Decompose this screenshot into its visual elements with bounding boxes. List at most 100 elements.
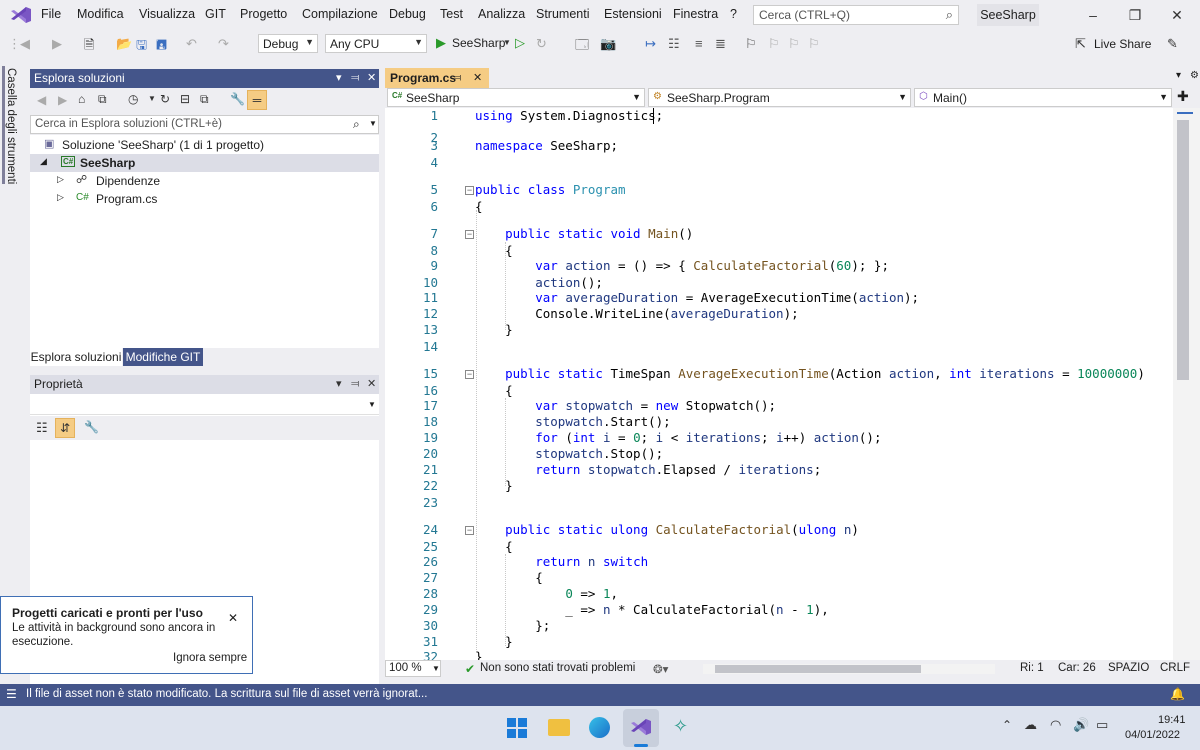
back-icon[interactable]: ◀ [37, 93, 46, 107]
tree-item-dependencies[interactable]: ▷ ☍ Dipendenze [30, 172, 379, 190]
output-icon[interactable]: ☰ [6, 687, 17, 701]
expanded-arrow-icon[interactable]: ◢ [40, 156, 47, 167]
menu-git[interactable]: GIT [205, 7, 226, 21]
horizontal-scrollbar-thumb[interactable] [715, 665, 921, 673]
class-dropdown[interactable]: ⚙ SeeSharp.Program ▼ [648, 88, 911, 107]
code-line[interactable]: action(); [475, 275, 603, 291]
close-tab-icon[interactable]: ✕ [473, 68, 482, 88]
menu-file[interactable]: File [41, 7, 61, 21]
code-line[interactable]: { [475, 539, 513, 555]
pending-changes-icon[interactable]: ◷ [128, 92, 138, 106]
chevron-down-icon[interactable]: ▼ [148, 94, 156, 103]
menu-help[interactable]: ? [730, 7, 737, 21]
file-explorer-icon[interactable] [548, 719, 570, 736]
code-line[interactable]: { [475, 383, 513, 399]
bookmark-clear-icon[interactable]: ⚐ [808, 36, 820, 52]
bookmark-prev-icon[interactable]: ⚐ [768, 36, 780, 52]
toast-close-icon[interactable]: ✕ [228, 611, 238, 625]
code-line[interactable]: } [475, 322, 513, 338]
code-line[interactable]: } [475, 478, 513, 494]
redo-icon[interactable]: ↷ [218, 36, 229, 52]
menu-modifica[interactable]: Modifica [77, 7, 124, 21]
back-icon[interactable]: ◀ [20, 36, 30, 52]
member-dropdown[interactable]: ⬡ Main() ▼ [914, 88, 1172, 107]
settings-gear-icon[interactable]: ⚙ [1190, 70, 1199, 81]
collapse-region-icon[interactable]: − [465, 230, 474, 239]
tab-list-icon[interactable]: ▾ [1176, 70, 1181, 81]
tab-git-changes[interactable]: Modifiche GIT [123, 348, 203, 366]
minimize-button[interactable]: – [1078, 5, 1108, 25]
code-line[interactable]: for (int i = 0; i < iterations; i++) act… [475, 430, 881, 446]
code-line[interactable]: { [475, 243, 513, 259]
alphabetical-icon[interactable]: ⇵ [55, 418, 75, 438]
menu-analizza[interactable]: Analizza [478, 7, 525, 21]
taskbar-time[interactable]: 19:41 [1158, 714, 1186, 726]
zoom-dropdown[interactable]: 100 % ▼ [385, 660, 441, 677]
open-folder-icon[interactable]: 📂 [116, 36, 132, 52]
run-without-debug-icon[interactable]: ▷ [515, 35, 525, 51]
property-pages-icon[interactable]: 🔧 [84, 420, 99, 434]
code-line[interactable]: public static ulong CalculateFactorial(u… [475, 522, 859, 538]
pin-icon[interactable]: ⫤ [351, 69, 359, 88]
wifi-icon[interactable]: ◠ [1050, 717, 1061, 733]
hot-reload-icon[interactable]: ↻ [536, 36, 547, 52]
pin-icon[interactable]: ⫤ [453, 68, 461, 88]
panel-close-icon[interactable]: ✕ [367, 375, 376, 394]
menu-strumenti[interactable]: Strumenti [536, 7, 590, 21]
line-indicator[interactable]: Ri: 1 [1020, 662, 1044, 674]
split-window-icon[interactable]: ✚ [1177, 88, 1189, 105]
undo-icon[interactable]: ↶ [186, 36, 197, 52]
browse-icon[interactable]: 🗔 [575, 36, 589, 58]
toolbox-tab[interactable]: Casella degli strumenti [5, 68, 17, 184]
code-line[interactable]: }; [475, 618, 550, 634]
configuration-dropdown[interactable]: Debug ▼ [258, 34, 318, 53]
chevron-down-icon[interactable]: ▼ [369, 119, 377, 128]
volume-icon[interactable]: 🔊 [1073, 717, 1089, 733]
toast-dismiss-link[interactable]: Ignora sempre [173, 652, 247, 664]
panel-options-icon[interactable]: ▾ [336, 69, 342, 88]
code-line[interactable]: public static TimeSpan AverageExecutionT… [475, 366, 1145, 382]
scrollbar-thumb[interactable] [1177, 120, 1189, 380]
tree-item-solution[interactable]: ▣ Soluzione 'SeeSharp' (1 di 1 progetto) [30, 136, 379, 154]
vs-installer-icon[interactable]: ✧ [673, 716, 688, 737]
code-line[interactable]: public static void Main() [475, 226, 693, 242]
notifications-bell-icon[interactable]: 🔔 [1170, 687, 1185, 701]
layout-icon[interactable]: ☷ [668, 36, 680, 52]
play-icon[interactable]: ▶ [436, 35, 446, 51]
menu-debug[interactable]: Debug [389, 7, 426, 21]
code-cleanup-icon[interactable]: ❂▾ [653, 662, 668, 676]
line-ending-indicator[interactable]: CRLF [1160, 662, 1190, 674]
vertical-scrollbar[interactable] [1173, 108, 1200, 660]
onedrive-cloud-icon[interactable]: ☁ [1024, 717, 1037, 733]
save-icon[interactable]: 🖫 [136, 36, 147, 58]
windows-start-icon[interactable] [507, 718, 527, 738]
menu-test[interactable]: Test [440, 7, 463, 21]
outdent-icon[interactable]: ≣ [715, 36, 726, 52]
code-line[interactable]: Console.WriteLine(averageDuration); [475, 306, 798, 322]
battery-icon[interactable]: ▭ [1096, 717, 1108, 733]
issues-status[interactable]: Non sono stati trovati problemi [480, 662, 635, 674]
code-line[interactable]: public class Program [475, 182, 626, 198]
close-button[interactable]: ✕ [1162, 5, 1192, 25]
tree-item-program-cs[interactable]: ▷ C# Program.cs [30, 190, 379, 208]
run-dropdown-icon[interactable]: ▼ [503, 38, 511, 47]
collapsed-arrow-icon[interactable]: ▷ [57, 192, 64, 203]
home-icon[interactable]: ⌂ [78, 92, 85, 106]
code-line[interactable]: } [475, 634, 513, 650]
indent-icon[interactable]: ≡ [695, 36, 703, 51]
code-line[interactable]: stopwatch.Stop(); [475, 446, 663, 462]
show-all-files-icon[interactable]: ⧉ [200, 92, 209, 107]
panel-close-icon[interactable]: ✕ [367, 69, 376, 88]
panel-options-icon[interactable]: ▾ [336, 375, 342, 394]
solution-search-input[interactable]: Cerca in Esplora soluzioni (CTRL+è) ⌕ ▼ [30, 115, 379, 134]
menu-estensioni[interactable]: Estensioni [604, 7, 662, 21]
visual-studio-taskbar-item[interactable] [623, 709, 659, 747]
search-input[interactable]: Cerca (CTRL+Q) ⌕ [753, 5, 959, 25]
menu-finestra[interactable]: Finestra [673, 7, 718, 21]
sync-icon[interactable]: ↻ [160, 92, 170, 106]
live-share-icon[interactable]: ⇱ [1075, 36, 1086, 52]
code-line[interactable]: { [475, 570, 543, 586]
code-line[interactable]: stopwatch.Start(); [475, 414, 670, 430]
menu-compilazione[interactable]: Compilazione [302, 7, 378, 21]
collapse-region-icon[interactable]: − [465, 370, 474, 379]
